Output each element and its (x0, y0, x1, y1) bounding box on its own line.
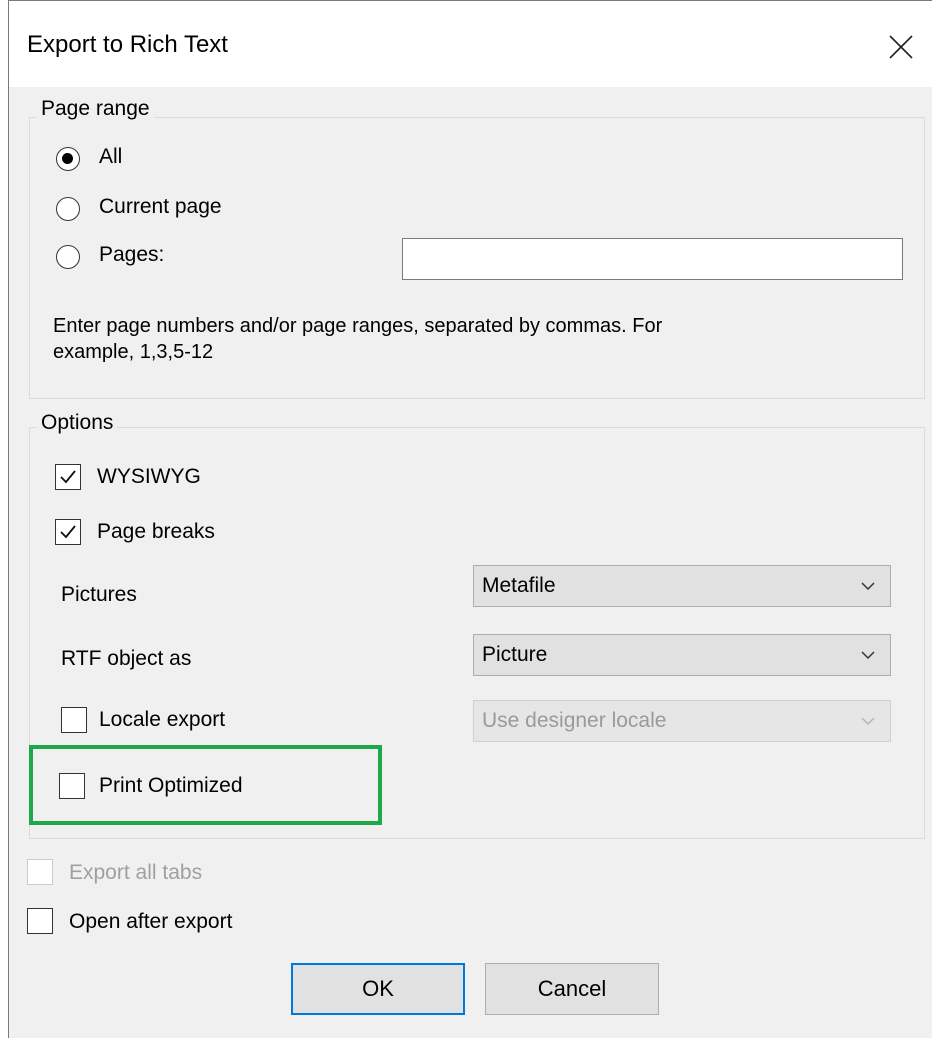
close-button[interactable] (869, 11, 932, 83)
pictures-label: Pictures (61, 583, 137, 606)
checkmark-icon (60, 470, 76, 484)
page-range-hint: Enter page numbers and/or page ranges, s… (53, 313, 662, 365)
dialog-title: Export to Rich Text (27, 31, 228, 58)
pictures-select[interactable]: Metafile (473, 565, 891, 607)
rtf-object-label: RTF object as (61, 647, 192, 670)
close-icon (889, 35, 913, 59)
page-range-hint-line1: Enter page numbers and/or page ranges, s… (53, 315, 663, 337)
open-after-export-checkbox[interactable] (27, 908, 53, 934)
locale-select-value: Use designer locale (482, 709, 667, 732)
locale-export-label: Locale export (99, 708, 226, 731)
title-bar: Export to Rich Text (9, 1, 932, 87)
export-all-tabs-label: Export all tabs (69, 861, 203, 884)
page-breaks-checkbox[interactable] (55, 519, 81, 545)
locale-select: Use designer locale (473, 700, 891, 742)
wysiwyg-label: WYSIWYG (97, 465, 201, 488)
radio-pages-label: Pages: (99, 243, 165, 266)
export-rtf-dialog: Export to Rich Text Page range All Curre… (8, 0, 932, 1038)
pages-input[interactable] (402, 238, 903, 280)
radio-current-page-label: Current page (99, 195, 222, 218)
radio-current-page[interactable] (56, 197, 80, 221)
rtf-object-select[interactable]: Picture (473, 634, 891, 676)
chevron-down-icon (861, 582, 875, 591)
chevron-down-icon (861, 717, 875, 726)
checkmark-icon (60, 525, 76, 539)
open-after-export-label: Open after export (69, 910, 233, 933)
page-range-hint-line2: example, 1,3,5-12 (53, 341, 214, 363)
wysiwyg-checkbox[interactable] (55, 464, 81, 490)
rtf-object-select-value: Picture (482, 643, 548, 666)
export-all-tabs-checkbox (27, 859, 53, 885)
radio-all-label: All (99, 145, 123, 168)
page-breaks-label: Page breaks (97, 520, 215, 543)
print-optimized-label: Print Optimized (99, 774, 243, 797)
ok-button[interactable]: OK (291, 963, 465, 1015)
pictures-select-value: Metafile (482, 574, 556, 597)
locale-export-checkbox[interactable] (61, 707, 87, 733)
page-range-legend: Page range (37, 97, 154, 121)
radio-all[interactable] (56, 147, 80, 171)
cancel-button[interactable]: Cancel (485, 963, 659, 1015)
print-optimized-checkbox[interactable] (59, 773, 85, 799)
chevron-down-icon (861, 651, 875, 660)
radio-pages[interactable] (56, 245, 80, 269)
options-legend: Options (37, 411, 118, 435)
